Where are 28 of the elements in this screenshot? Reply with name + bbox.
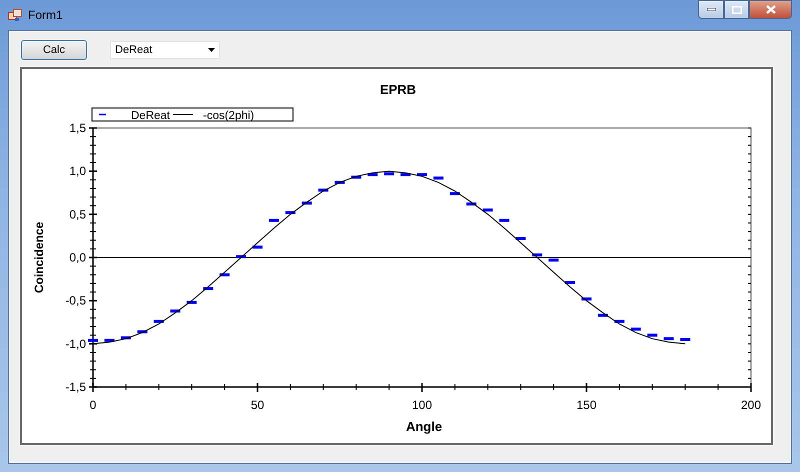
x-tick-label: 200: [740, 398, 762, 412]
close-button[interactable]: [749, 0, 792, 19]
y-tick-label: 0,0: [69, 250, 86, 264]
y-tick-label: -0,5: [65, 294, 86, 308]
y-tick-label: 1,0: [69, 164, 86, 178]
minimize-button[interactable]: [698, 0, 724, 19]
app-icon: [8, 8, 22, 22]
x-tick-label: 50: [250, 398, 264, 412]
legend-label: -cos(2phi): [203, 110, 254, 122]
series-dropdown[interactable]: DeReat: [110, 41, 220, 59]
x-tick-label: 0: [90, 398, 96, 412]
maximize-button[interactable]: [724, 0, 749, 19]
minimize-icon: [706, 8, 716, 11]
y-axis-title: Coincidence: [32, 222, 46, 294]
x-axis-title: Angle: [406, 419, 442, 434]
maximize-icon: [732, 6, 742, 14]
x-tick-label: 150: [576, 398, 597, 412]
close-icon: [766, 5, 776, 14]
window-title: Form1: [28, 8, 63, 22]
y-tick-label: -1,0: [65, 336, 86, 351]
y-tick-label: 1,5: [69, 121, 86, 135]
y-tick-label: 0,5: [69, 207, 86, 222]
caret-icon: [208, 48, 215, 52]
legend-label: DeReat: [131, 110, 170, 122]
calc-button[interactable]: Calc: [21, 40, 87, 60]
y-tick-label: -1,5: [65, 380, 86, 394]
x-tick-label: 100: [412, 398, 432, 412]
chart-title: EPRB: [380, 82, 416, 97]
